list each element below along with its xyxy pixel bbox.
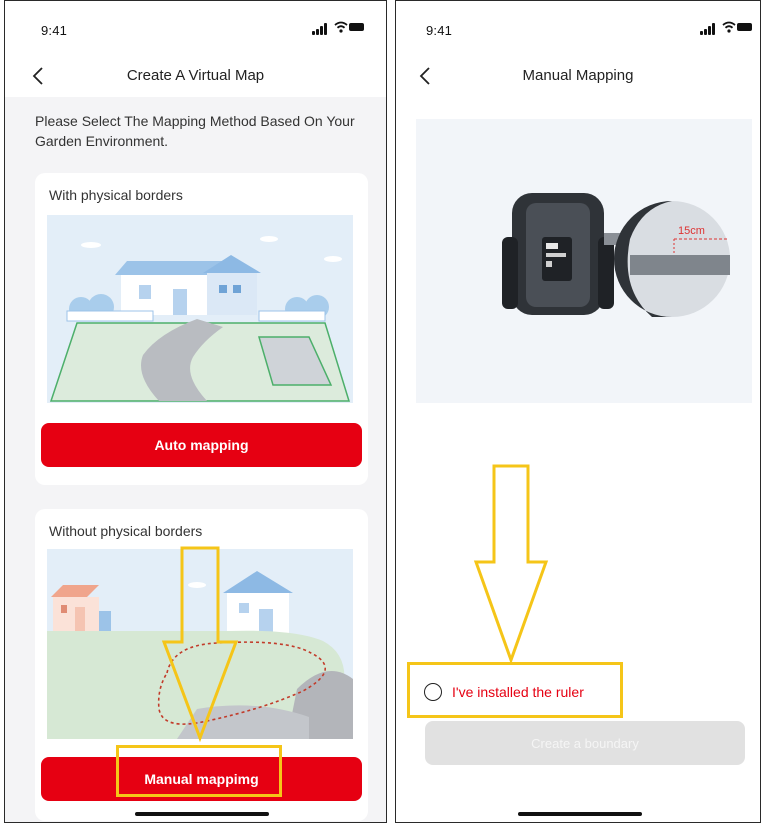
status-time: 9:41 [426,23,453,38]
status-time: 9:41 [41,23,68,38]
battery-icon [737,23,752,31]
create-virtual-map-screen: 9:41 Create A Virtual Map Please Select … [4,0,387,823]
highlight-box-ruler-checkbox [407,662,623,718]
highlight-box-manual-mapping [116,745,282,797]
create-boundary-button[interactable]: Create a boundary [425,721,745,765]
home-indicator [518,812,642,816]
mower-ruler-illustration: 15cm [416,119,752,403]
page-title: Manual Mapping [522,67,634,84]
intro-text: Please Select The Mapping Method Based O… [35,113,355,149]
wifi-icon [722,21,736,33]
card-title: With physical borders [49,187,183,203]
status-bar: 9:41 [5,1,386,57]
nav-bar: Create A Virtual Map [5,57,386,97]
garden-with-borders-illustration [47,215,353,403]
status-icons [700,21,752,35]
mower-ruler-graphic: 15cm [502,193,730,317]
wifi-icon [334,21,348,33]
home-indicator [135,812,269,816]
nav-bar: Manual Mapping [396,57,760,97]
garden-without-borders-illustration [47,549,353,739]
physical-borders-card: With physical borders Auto mapping [35,173,368,485]
status-bar: 9:41 [396,1,760,57]
battery-icon [349,23,364,31]
auto-mapping-button[interactable]: Auto mapping [41,423,362,467]
ruler-distance-label: 15cm [678,225,705,237]
status-icons [312,21,364,35]
page-title: Create A Virtual Map [126,67,265,84]
card-title: Without physical borders [49,523,203,539]
